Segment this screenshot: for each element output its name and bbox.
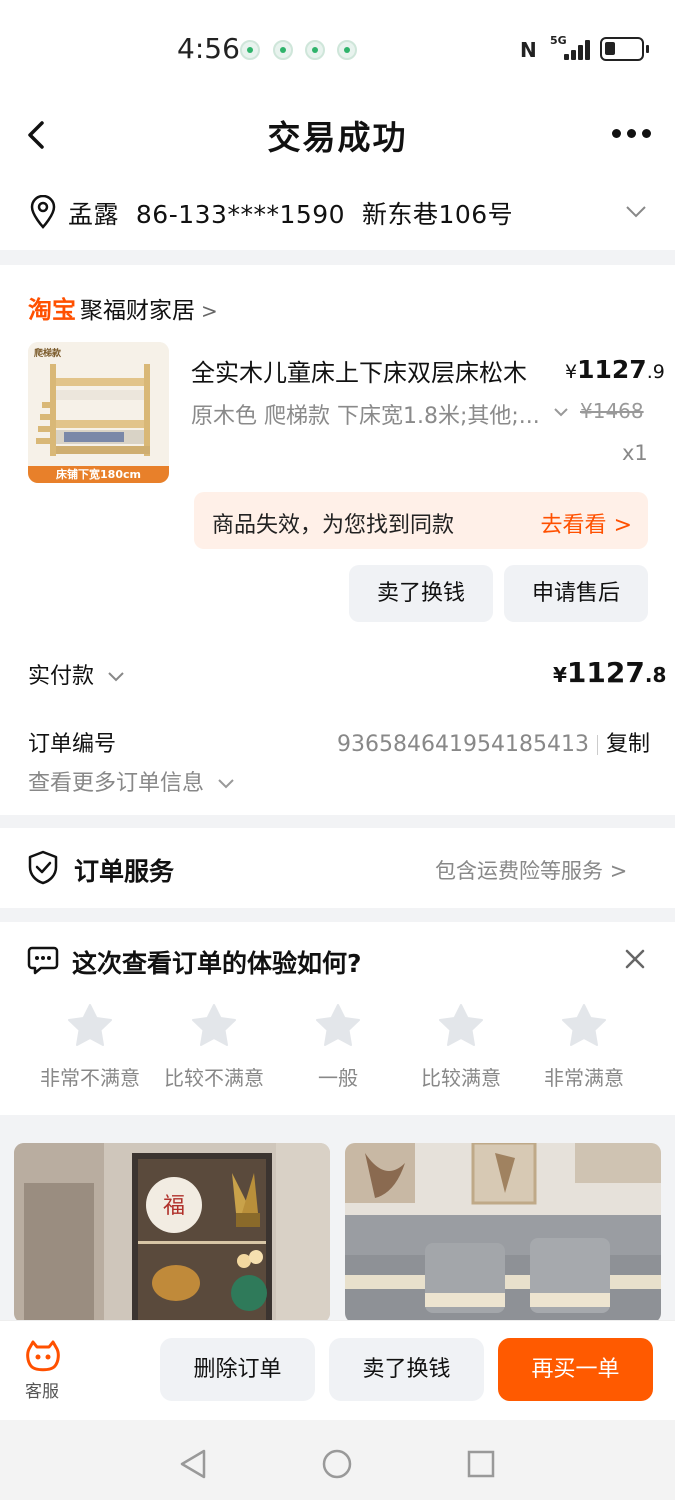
chevron-right-icon: >	[609, 859, 628, 883]
svg-text:福: 福	[163, 1194, 185, 1219]
rating-label: 比较不满意	[164, 1066, 264, 1090]
star-icon[interactable]	[67, 1003, 113, 1047]
star-icon[interactable]	[315, 1003, 361, 1047]
notice-link-label: 去看看	[540, 513, 607, 538]
shield-check-icon	[28, 850, 58, 885]
nav-back-icon[interactable]	[178, 1448, 208, 1480]
delete-order-button[interactable]: 删除订单	[160, 1338, 315, 1401]
bottom-action-bar: 客服 删除订单 卖了换钱 再买一单	[0, 1320, 675, 1420]
sell-button[interactable]: 卖了换钱	[329, 1338, 484, 1401]
chevron-down-icon	[108, 672, 124, 682]
order-service-desc[interactable]: 包含运费险等服务 >	[435, 855, 627, 885]
notification-icon	[273, 40, 293, 60]
recommend-card[interactable]: 福	[14, 1143, 330, 1323]
chevron-down-icon[interactable]	[625, 205, 647, 219]
original-price: ¥1468	[580, 399, 644, 423]
shop-row[interactable]: 淘宝 聚福财家居 >	[28, 290, 218, 325]
divider	[596, 735, 598, 755]
price-main: 1127	[577, 355, 647, 384]
survey-title: 这次查看订单的体验如何?	[72, 949, 362, 978]
rebuy-button[interactable]: 再买一单	[498, 1338, 653, 1401]
notice-link[interactable]: 去看看 >	[541, 507, 632, 539]
paid-label: 实付款	[28, 664, 95, 689]
price-symbol: ¥	[565, 361, 578, 383]
customer-service-label[interactable]: 客服	[25, 1377, 59, 1402]
rating-label: 非常不满意	[40, 1066, 140, 1090]
chevron-right-icon: >	[201, 299, 218, 323]
thumb-band: 床铺下宽180cm	[28, 466, 169, 483]
nav-home-icon[interactable]	[321, 1448, 353, 1480]
location-pin-icon	[30, 195, 56, 229]
rating-label: 比较满意	[421, 1066, 501, 1090]
notification-icon	[240, 40, 260, 60]
recommend-image	[345, 1143, 661, 1323]
paid-amount: ¥1127.8	[553, 656, 666, 689]
battery-icon	[600, 37, 649, 61]
nav-recent-icon[interactable]	[466, 1449, 496, 1479]
chevron-right-icon: >	[613, 513, 632, 538]
star-icon[interactable]	[561, 1003, 607, 1047]
notification-icon	[337, 40, 357, 60]
taobao-logo: 淘宝	[28, 296, 76, 324]
thumb-tag: 爬梯款	[34, 349, 62, 359]
rating-label: 非常满意	[544, 1066, 624, 1090]
product-price: ¥1127.9	[565, 355, 665, 384]
product-image[interactable]: 爬梯款 床铺下宽180cm	[28, 342, 169, 483]
order-number-label: 订单编号	[28, 732, 117, 757]
more-order-info-label: 查看更多订单信息	[28, 771, 205, 796]
status-bar: 4:56 N 5G	[0, 0, 675, 95]
close-icon[interactable]	[624, 948, 646, 970]
shop-name: 聚福财家居	[80, 298, 195, 324]
star-icon[interactable]	[191, 1003, 237, 1047]
product-quantity: x1	[622, 441, 648, 465]
paid-main: 1127	[566, 656, 645, 689]
price-decimal: .9	[646, 361, 665, 383]
order-service-title: 订单服务	[74, 857, 175, 886]
notice-text: 商品失效，为您找到同款	[212, 513, 455, 538]
more-order-info[interactable]: 查看更多订单信息	[28, 765, 235, 797]
status-time: 4:56	[177, 32, 240, 65]
chevron-down-icon	[218, 779, 234, 789]
page-title: 交易成功	[267, 118, 408, 157]
address-text: 孟露 86-133****1590 新东巷106号	[68, 200, 514, 229]
signal-icon	[562, 38, 594, 60]
order-number: 936584641954185413	[337, 732, 589, 757]
recommend-card[interactable]	[345, 1143, 661, 1323]
after-sale-button[interactable]: 申请售后	[504, 565, 648, 622]
paid-symbol: ¥	[553, 663, 567, 687]
sell-button[interactable]: 卖了换钱	[349, 565, 493, 622]
star-icon[interactable]	[438, 1003, 484, 1047]
paid-decimal: .8	[644, 663, 667, 687]
more-icon[interactable]	[612, 129, 652, 139]
rating-label: 一般	[318, 1066, 358, 1090]
notification-icon	[305, 40, 325, 60]
chevron-down-icon[interactable]	[553, 407, 569, 417]
system-nav-bar	[0, 1420, 675, 1500]
nav-bar: 交易成功	[0, 95, 675, 175]
product-sku[interactable]: 原木色 爬梯款 下床宽1.8米;其他;...	[191, 398, 546, 430]
order-number-row: 936584641954185413 复制	[337, 726, 650, 758]
order-service-desc-label: 包含运费险等服务	[435, 859, 603, 883]
invalid-notice-banner[interactable]: 商品失效，为您找到同款 去看看 >	[194, 492, 648, 549]
copy-button[interactable]: 复制	[606, 732, 650, 757]
nfc-icon: N	[520, 38, 537, 62]
product-title[interactable]: 全实木儿童床上下床双层床松木	[191, 353, 527, 388]
recommend-image: 福	[14, 1143, 330, 1323]
paid-label-row[interactable]: 实付款	[28, 658, 125, 690]
address-row[interactable]: 孟露 86-133****1590 新东巷106号	[0, 175, 675, 250]
chat-bubble-icon	[27, 946, 59, 975]
customer-service-icon[interactable]	[25, 1339, 61, 1373]
